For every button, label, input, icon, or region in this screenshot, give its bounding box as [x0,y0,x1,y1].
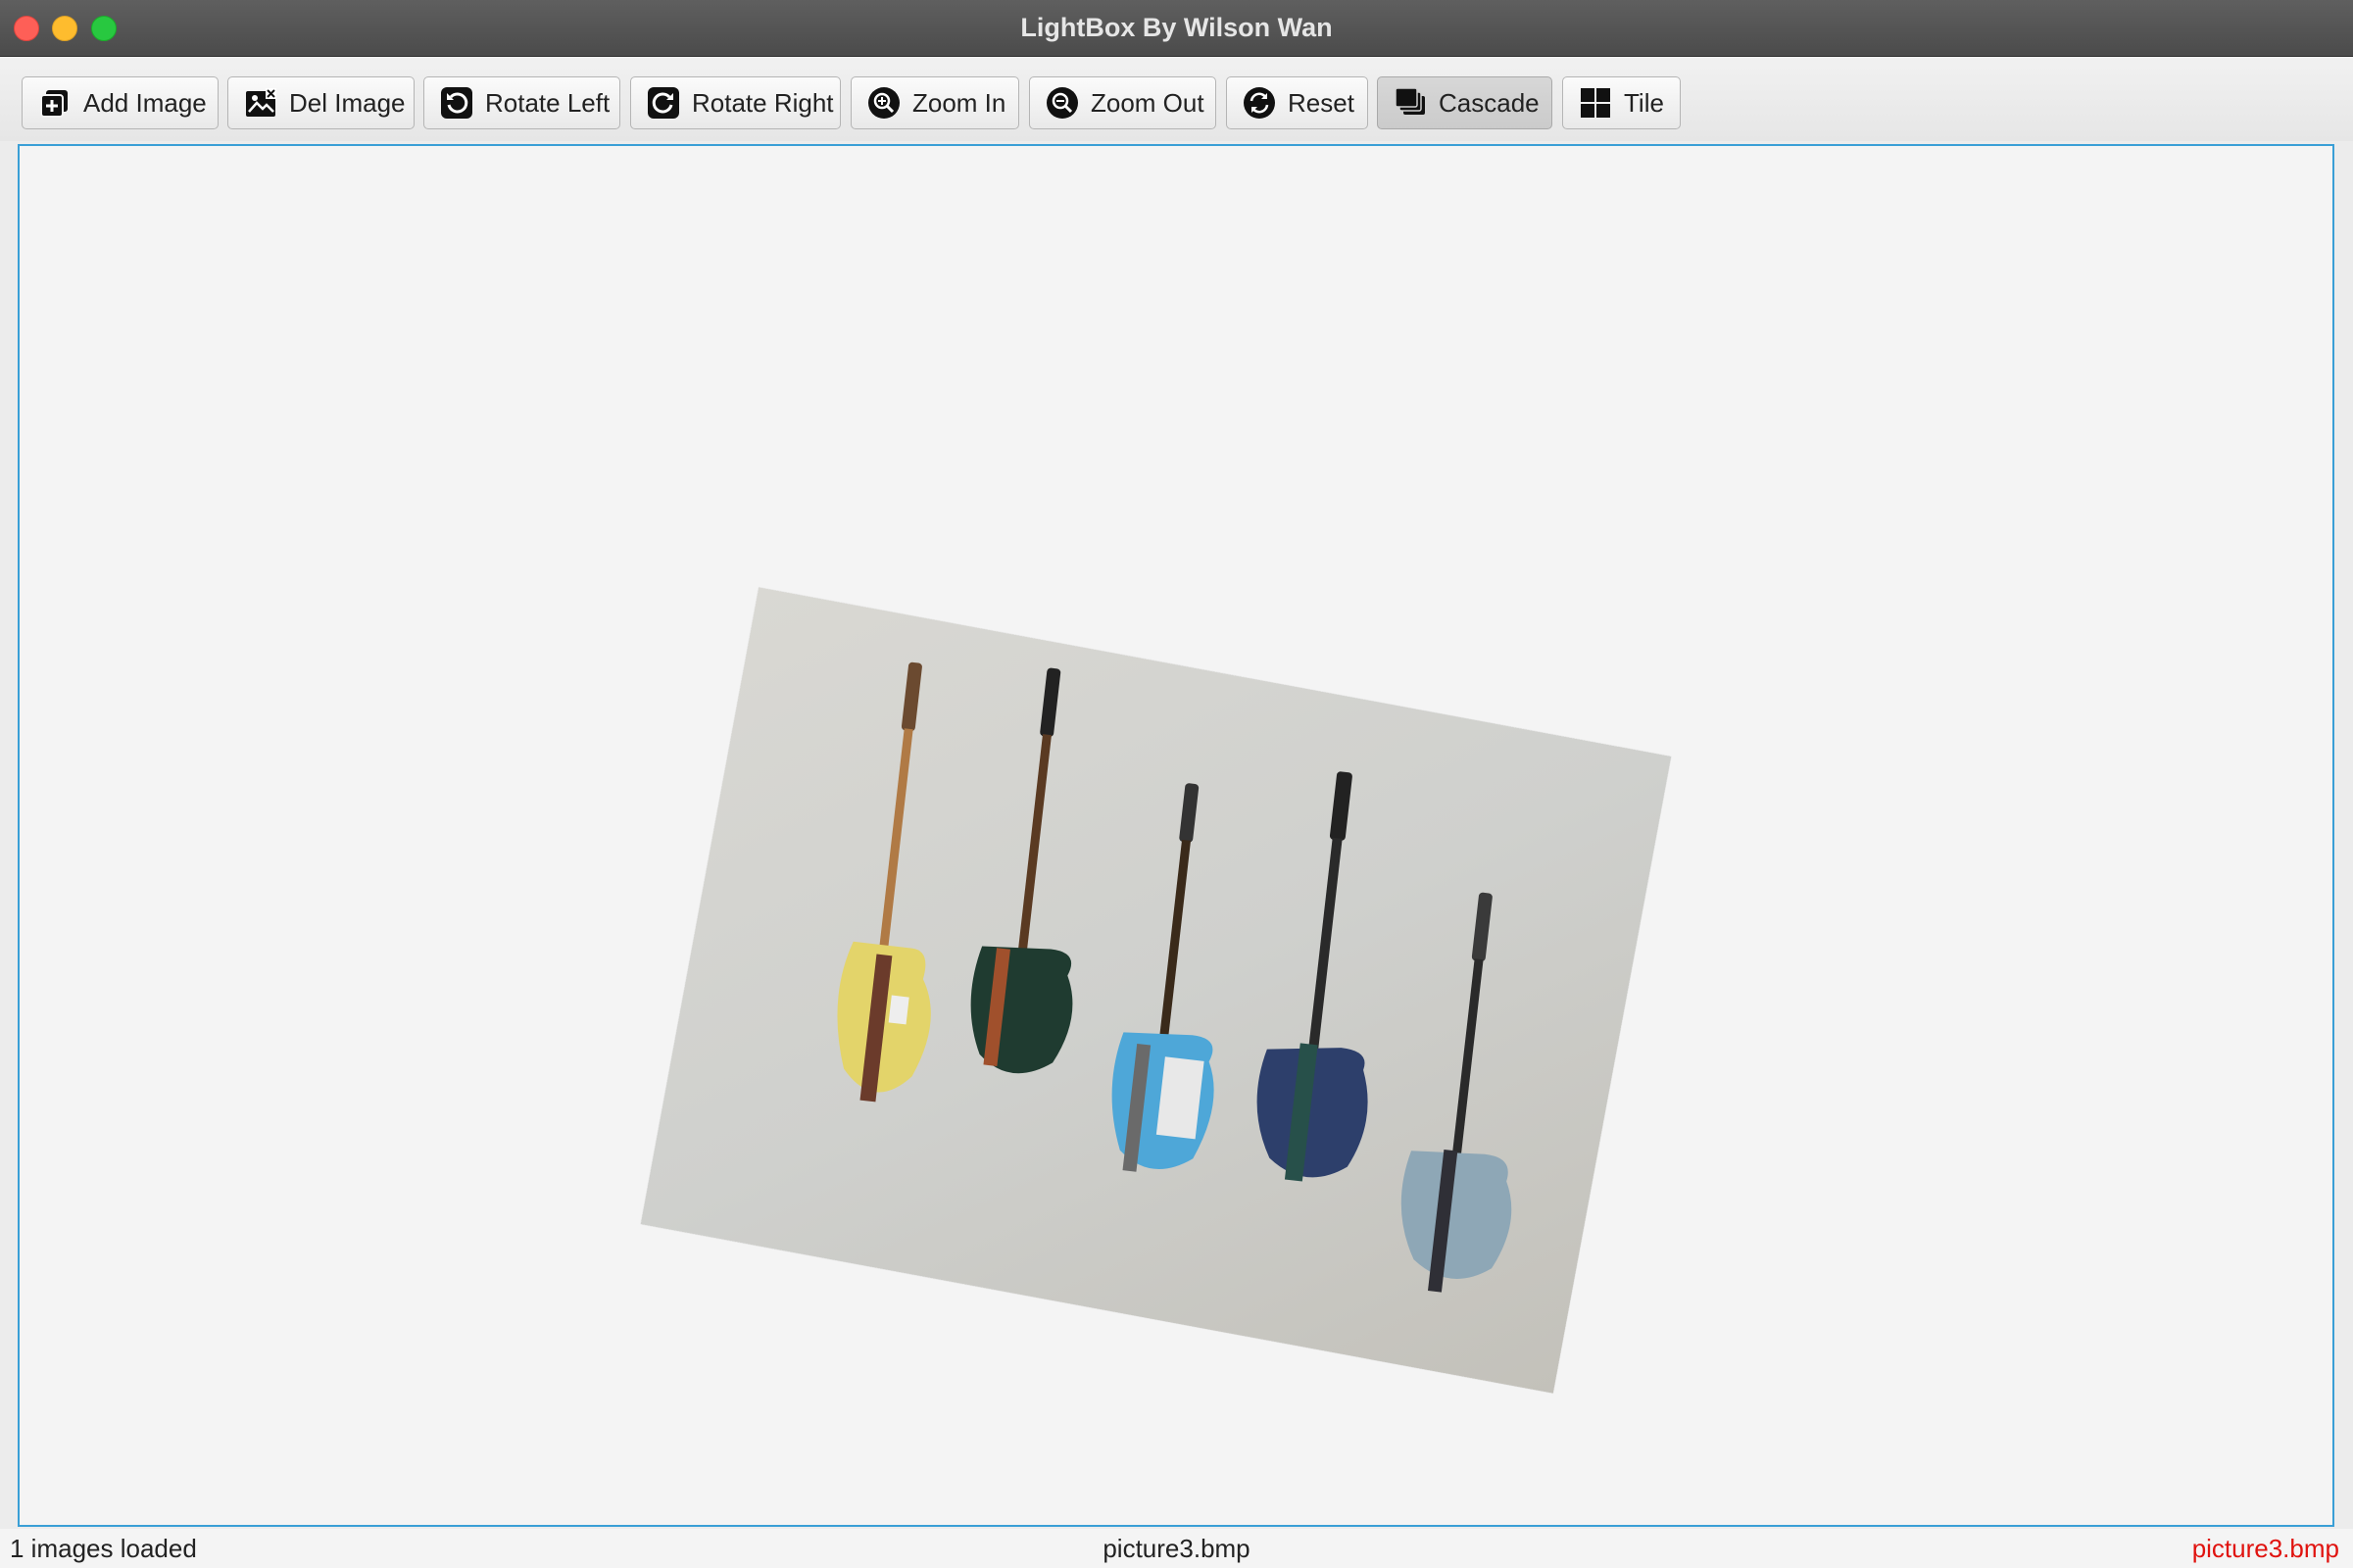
cascade-label: Cascade [1439,87,1540,118]
zoom-in-button[interactable]: Zoom In [851,76,1019,129]
reset-icon [1243,86,1276,120]
cascade-icon [1394,86,1427,120]
rotate-right-button[interactable]: Rotate Right [630,76,841,129]
rotate-right-label: Rotate Right [692,87,834,118]
zoom-out-button[interactable]: Zoom Out [1029,76,1216,129]
toolbar: Add Image Del Image Rotate Left Rotate R… [0,57,2353,141]
add-image-label: Add Image [83,87,207,118]
zoom-out-label: Zoom Out [1091,87,1204,118]
reset-label: Reset [1288,87,1354,118]
tile-button[interactable]: Tile [1562,76,1681,129]
selected-file-name: picture3.bmp [2191,1534,2339,1563]
app-window: LightBox By Wilson Wan Add Image Del Ima… [0,0,2353,1568]
rotate-left-icon [440,86,473,120]
add-image-button[interactable]: Add Image [22,76,219,129]
rotate-left-label: Rotate Left [485,87,611,118]
rotate-left-button[interactable]: Rotate Left [423,76,620,129]
delete-image-icon [244,86,277,120]
delete-image-label: Del Image [289,87,406,118]
current-file-name: picture3.bmp [1103,1534,1250,1563]
title-bar[interactable]: LightBox By Wilson Wan [0,0,2353,57]
rotate-right-icon [647,86,680,120]
cascade-button[interactable]: Cascade [1377,76,1552,129]
zoom-out-icon [1046,86,1079,120]
delete-image-button[interactable]: Del Image [227,76,415,129]
window-title: LightBox By Wilson Wan [1020,13,1333,42]
zoom-in-label: Zoom In [912,87,1006,118]
add-image-icon [38,86,72,120]
guitar-photo[interactable] [640,587,1672,1394]
tile-icon [1579,86,1612,120]
status-bar: 1 images loaded picture3.bmp picture3.bm… [0,1529,2353,1568]
tile-label: Tile [1624,87,1664,118]
zoom-in-icon [867,86,901,120]
image-canvas[interactable] [18,144,2334,1527]
reset-button[interactable]: Reset [1226,76,1368,129]
